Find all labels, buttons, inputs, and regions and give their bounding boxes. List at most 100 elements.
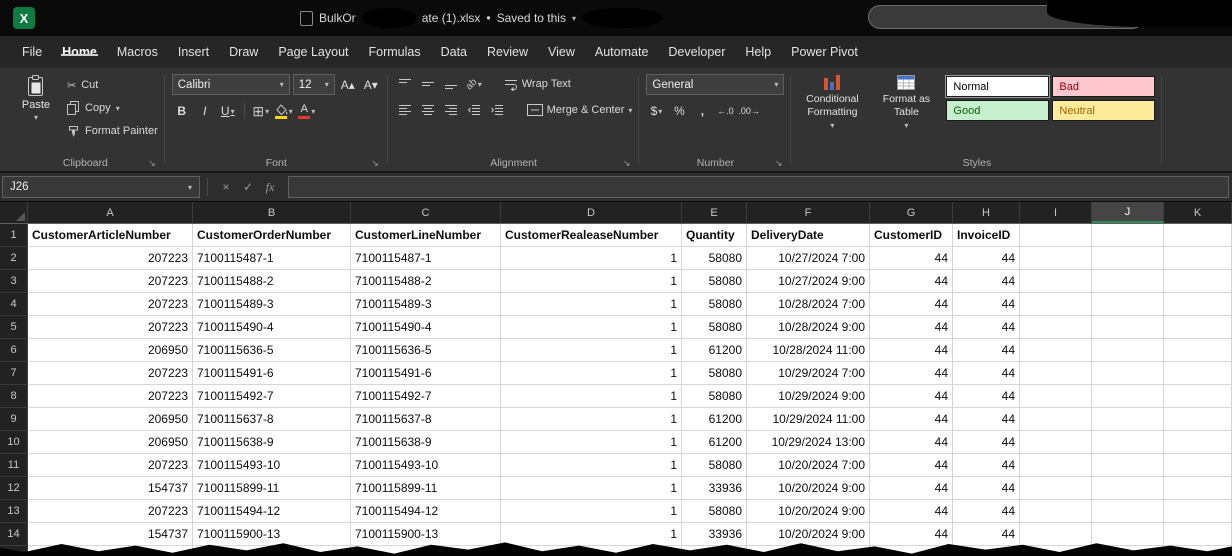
cell-B13[interactable]: 7100115494-12 [193, 500, 351, 523]
cell-K10[interactable] [1164, 431, 1232, 454]
alignment-dialog-launcher-icon[interactable]: ↘ [623, 159, 631, 168]
cut-button[interactable]: ✂ Cut [67, 76, 158, 94]
cell-E9[interactable]: 61200 [682, 408, 747, 431]
cancel-icon[interactable]: × [215, 180, 237, 194]
cell-K14[interactable] [1164, 523, 1232, 546]
fill-color-button[interactable]: ▾ [274, 101, 294, 121]
cell-E5[interactable]: 58080 [682, 316, 747, 339]
font-size-select[interactable]: 12 ▾ [293, 74, 335, 95]
cell-D12[interactable]: 1 [501, 477, 682, 500]
cell-G11[interactable]: 44 [870, 454, 953, 477]
cell-E7[interactable]: 58080 [682, 362, 747, 385]
cell-I4[interactable] [1020, 293, 1092, 316]
cell-F3[interactable]: 10/27/2024 9:00 [747, 270, 870, 293]
cell-I11[interactable] [1020, 454, 1092, 477]
menu-tab-automate[interactable]: Automate [585, 45, 659, 59]
cell-G13[interactable]: 44 [870, 500, 953, 523]
cell-F6[interactable]: 10/28/2024 11:00 [747, 339, 870, 362]
menu-tab-file[interactable]: File [12, 45, 52, 59]
cell-E14[interactable]: 33936 [682, 523, 747, 546]
cell-K6[interactable] [1164, 339, 1232, 362]
cell-G1[interactable]: CustomerID [870, 224, 953, 247]
align-right-button[interactable] [441, 100, 461, 120]
align-left-button[interactable] [395, 100, 415, 120]
cell-K4[interactable] [1164, 293, 1232, 316]
cell-style-good[interactable]: Good [946, 100, 1049, 121]
cell-F5[interactable]: 10/28/2024 9:00 [747, 316, 870, 339]
cell-I14[interactable] [1020, 523, 1092, 546]
cell-D13[interactable]: 1 [501, 500, 682, 523]
menu-tab-data[interactable]: Data [431, 45, 477, 59]
percent-style-button[interactable]: % [669, 101, 689, 121]
cell-F10[interactable]: 10/29/2024 13:00 [747, 431, 870, 454]
cell-G4[interactable]: 44 [870, 293, 953, 316]
orientation-button[interactable]: ab ▾ [464, 74, 484, 94]
cell-J5[interactable] [1092, 316, 1164, 339]
cell-C1[interactable]: CustomerLineNumber [351, 224, 501, 247]
row-header-14[interactable]: 14 [0, 523, 28, 546]
paste-button[interactable]: Paste ▾ [13, 71, 59, 154]
cell-J2[interactable] [1092, 247, 1164, 270]
italic-button[interactable]: I [195, 101, 215, 121]
cell-B9[interactable]: 7100115637-8 [193, 408, 351, 431]
cell-A8[interactable]: 207223 [28, 385, 193, 408]
menu-tab-macros[interactable]: Macros [107, 45, 168, 59]
underline-button[interactable]: U▾ [218, 101, 238, 121]
menu-tab-draw[interactable]: Draw [219, 45, 268, 59]
cell-B14[interactable]: 7100115900-13 [193, 523, 351, 546]
cell-B10[interactable]: 7100115638-9 [193, 431, 351, 454]
column-header-A[interactable]: A [28, 202, 193, 223]
cell-A11[interactable]: 207223 [28, 454, 193, 477]
cell-D11[interactable]: 1 [501, 454, 682, 477]
cell-A10[interactable]: 206950 [28, 431, 193, 454]
row-header-2[interactable]: 2 [0, 247, 28, 270]
cell-F2[interactable]: 10/27/2024 7:00 [747, 247, 870, 270]
cell-B11[interactable]: 7100115493-10 [193, 454, 351, 477]
wrap-text-button[interactable]: Wrap Text [504, 78, 571, 91]
cell-G9[interactable]: 44 [870, 408, 953, 431]
name-box[interactable]: J26 ▾ [2, 176, 200, 198]
cell-F13[interactable]: 10/20/2024 9:00 [747, 500, 870, 523]
cell-H1[interactable]: InvoiceID [953, 224, 1020, 247]
cell-J1[interactable] [1092, 224, 1164, 247]
align-center-button[interactable] [418, 100, 438, 120]
cell-B3[interactable]: 7100115488-2 [193, 270, 351, 293]
row-header-3[interactable]: 3 [0, 270, 28, 293]
column-header-I[interactable]: I [1020, 202, 1092, 223]
cell-D7[interactable]: 1 [501, 362, 682, 385]
cell-K13[interactable] [1164, 500, 1232, 523]
decrease-indent-button[interactable] [464, 100, 484, 120]
cell-I1[interactable] [1020, 224, 1092, 247]
cell-K7[interactable] [1164, 362, 1232, 385]
cell-K2[interactable] [1164, 247, 1232, 270]
accounting-format-button[interactable]: $ ▾ [646, 101, 666, 121]
font-color-button[interactable]: A ▾ [297, 101, 317, 121]
cell-E4[interactable]: 58080 [682, 293, 747, 316]
cell-D1[interactable]: CustomerRealeaseNumber [501, 224, 682, 247]
cell-G2[interactable]: 44 [870, 247, 953, 270]
cell-J14[interactable] [1092, 523, 1164, 546]
insert-function-icon[interactable]: fx [259, 180, 281, 195]
cell-K5[interactable] [1164, 316, 1232, 339]
cell-F14[interactable]: 10/20/2024 9:00 [747, 523, 870, 546]
cell-C7[interactable]: 7100115491-6 [351, 362, 501, 385]
cell-K1[interactable] [1164, 224, 1232, 247]
cell-J13[interactable] [1092, 500, 1164, 523]
cell-C10[interactable]: 7100115638-9 [351, 431, 501, 454]
cell-B5[interactable]: 7100115490-4 [193, 316, 351, 339]
cell-F12[interactable]: 10/20/2024 9:00 [747, 477, 870, 500]
cell-H8[interactable]: 44 [953, 385, 1020, 408]
cell-C14[interactable]: 7100115900-13 [351, 523, 501, 546]
cell-D6[interactable]: 1 [501, 339, 682, 362]
cell-C5[interactable]: 7100115490-4 [351, 316, 501, 339]
cell-I2[interactable] [1020, 247, 1092, 270]
column-header-F[interactable]: F [747, 202, 870, 223]
cell-E6[interactable]: 61200 [682, 339, 747, 362]
cell-C4[interactable]: 7100115489-3 [351, 293, 501, 316]
menu-tab-review[interactable]: Review [477, 45, 538, 59]
cell-E2[interactable]: 58080 [682, 247, 747, 270]
cell-style-normal[interactable]: Normal [946, 76, 1049, 97]
column-header-C[interactable]: C [351, 202, 501, 223]
cell-I8[interactable] [1020, 385, 1092, 408]
cell-H14[interactable]: 44 [953, 523, 1020, 546]
